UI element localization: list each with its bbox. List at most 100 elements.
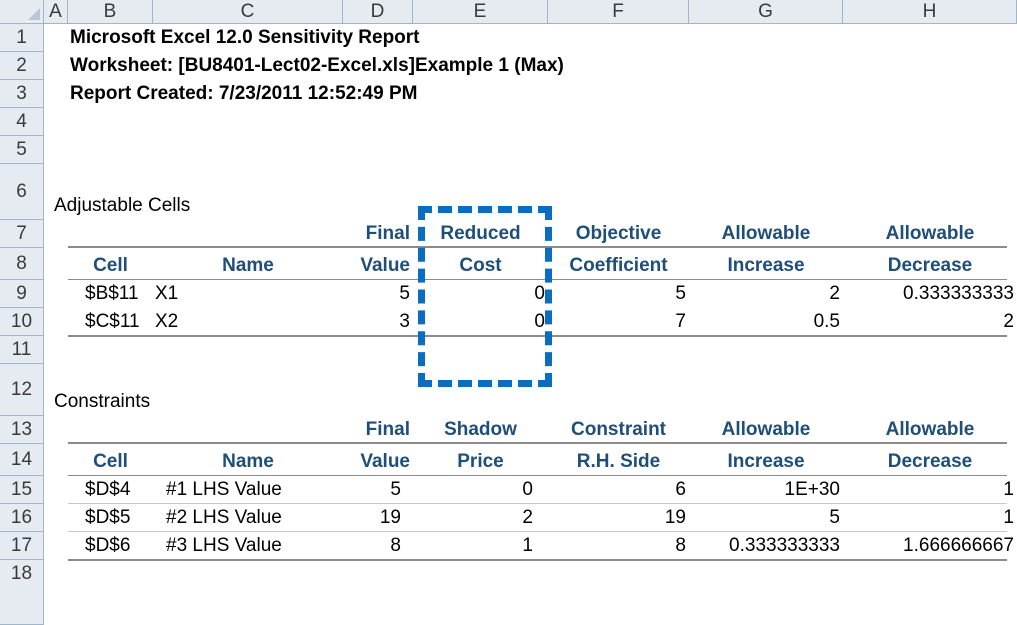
row-header-18[interactable]: 18	[0, 560, 44, 625]
adjustable-allowable-increase[interactable]: 0.5	[689, 308, 843, 336]
constraint-allowable-increase[interactable]: 0.333333333	[689, 532, 843, 560]
row-header-2[interactable]: 2	[0, 52, 44, 80]
constraint-cell-ref[interactable]: $D$5	[83, 504, 153, 532]
row-header-6[interactable]: 6	[0, 164, 44, 220]
constraint-shadow-price[interactable]: 0	[413, 476, 548, 504]
adjustable-cell-name[interactable]: X2	[153, 308, 343, 336]
constraint-allowable-decrease[interactable]: 1	[843, 504, 1017, 532]
constraint-shadow-price[interactable]: 2	[413, 504, 548, 532]
constraints-header-allowable-increase-top[interactable]: Allowable	[689, 416, 843, 444]
row-header-5[interactable]: 5	[0, 136, 44, 164]
constraint-final-value[interactable]: 19	[343, 504, 413, 532]
constraint-row-1: $D$4 #1 LHS Value 5 0 6 1E+30 1	[44, 476, 1017, 504]
constraint-row-2: $D$5 #2 LHS Value 19 2 19 5 1	[44, 504, 1017, 532]
constraints-header-allowable-decrease-top[interactable]: Allowable	[843, 416, 1017, 444]
row-header-12[interactable]: 12	[0, 364, 44, 416]
report-worksheet[interactable]: Worksheet: [BU8401-Lect02-Excel.xls]Exam…	[68, 52, 868, 80]
constraint-rh-side[interactable]: 8	[548, 532, 689, 560]
adjustable-cell-name[interactable]: X1	[153, 280, 343, 308]
constraint-allowable-increase[interactable]: 1E+30	[689, 476, 843, 504]
adjustable-header-value[interactable]: Value	[343, 248, 413, 280]
adjustable-header-coefficient[interactable]: Coefficient	[548, 248, 689, 280]
spreadsheet: A B C D E F G H 1 2 3 4 5 6 7 8 9 10 11 …	[0, 0, 1017, 625]
adjustable-objective-coefficient[interactable]: 7	[548, 308, 689, 336]
row-header-9[interactable]: 9	[0, 280, 44, 308]
adjustable-header-increase[interactable]: Increase	[689, 248, 843, 280]
adjustable-header-allowable-increase-top[interactable]: Allowable	[689, 220, 843, 248]
constraint-final-value[interactable]: 5	[343, 476, 413, 504]
adjustable-header-decrease[interactable]: Decrease	[843, 248, 1017, 280]
adjustable-final-value[interactable]: 5	[343, 280, 413, 308]
constraint-rh-side[interactable]: 19	[548, 504, 689, 532]
constraints-bottom-rule	[68, 559, 1007, 561]
column-header-h[interactable]: H	[843, 0, 1017, 24]
adjustable-allowable-increase[interactable]: 2	[689, 280, 843, 308]
constraint-cell-ref[interactable]: $D$6	[83, 532, 153, 560]
sheet-row-1: Microsoft Excel 12.0 Sensitivity Report	[44, 24, 1017, 52]
constraint-row-3: $D$6 #3 LHS Value 8 1 8 0.333333333 1.66…	[44, 532, 1017, 560]
adjustable-header-cell[interactable]: Cell	[68, 248, 153, 280]
adjustable-header-objective[interactable]: Objective	[548, 220, 689, 248]
select-all-corner[interactable]	[0, 0, 44, 24]
column-header-g[interactable]: G	[689, 0, 843, 24]
column-header-c[interactable]: C	[153, 0, 343, 24]
row-header-7[interactable]: 7	[0, 220, 44, 248]
column-header-f[interactable]: F	[548, 0, 689, 24]
report-title[interactable]: Microsoft Excel 12.0 Sensitivity Report	[68, 24, 768, 52]
adjustable-header-name[interactable]: Name	[153, 248, 343, 280]
column-header-a[interactable]: A	[44, 0, 68, 24]
row-header-13[interactable]: 13	[0, 416, 44, 444]
row-header-4[interactable]: 4	[0, 108, 44, 136]
constraint-name[interactable]: #2 LHS Value	[164, 504, 343, 532]
select-all-triangle-icon	[28, 8, 40, 20]
row-header-17[interactable]: 17	[0, 532, 44, 560]
column-header-e[interactable]: E	[413, 0, 548, 24]
row-header-14[interactable]: 14	[0, 444, 44, 476]
constraint-final-value[interactable]: 8	[343, 532, 413, 560]
row-header-3[interactable]: 3	[0, 80, 44, 108]
column-header-d[interactable]: D	[343, 0, 413, 24]
row-header-10[interactable]: 10	[0, 308, 44, 336]
constraints-header-final[interactable]: Final	[343, 416, 413, 444]
row-header-1[interactable]: 1	[0, 24, 44, 52]
constraints-header-rh-side[interactable]: R.H. Side	[548, 444, 689, 476]
adjustable-objective-coefficient[interactable]: 5	[548, 280, 689, 308]
adjustable-header-final[interactable]: Final	[343, 220, 413, 248]
constraint-name[interactable]: #1 LHS Value	[164, 476, 343, 504]
constraints-header-name[interactable]: Name	[153, 444, 343, 476]
adjustable-final-value[interactable]: 3	[343, 308, 413, 336]
adjustable-cell-ref[interactable]: $B$11	[83, 280, 153, 308]
report-created[interactable]: Report Created: 7/23/2011 12:52:49 PM	[68, 80, 768, 108]
adjustable-cell-ref[interactable]: $C$11	[83, 308, 153, 336]
constraints-header-decrease[interactable]: Decrease	[843, 444, 1017, 476]
row-header-16[interactable]: 16	[0, 504, 44, 532]
sheet-row-3: Report Created: 7/23/2011 12:52:49 PM	[44, 80, 1017, 108]
row-header-15[interactable]: 15	[0, 476, 44, 504]
constraints-header-constraint[interactable]: Constraint	[548, 416, 689, 444]
constraints-header-top-row: Final Shadow Constraint Allowable Allowa…	[44, 416, 1017, 444]
column-header-b[interactable]: B	[68, 0, 153, 24]
sheet-row-12: Constraints	[44, 388, 1017, 416]
constraint-cell-ref[interactable]: $D$4	[83, 476, 153, 504]
row-header-8[interactable]: 8	[0, 248, 44, 280]
adjustable-header-allowable-decrease-top[interactable]: Allowable	[843, 220, 1017, 248]
constraints-header-increase[interactable]: Increase	[689, 444, 843, 476]
constraint-allowable-decrease[interactable]: 1	[843, 476, 1017, 504]
constraints-header-price[interactable]: Price	[413, 444, 548, 476]
adjustable-allowable-decrease[interactable]: 0.333333333	[843, 280, 1017, 308]
constraint-name[interactable]: #3 LHS Value	[164, 532, 343, 560]
constraints-header-shadow[interactable]: Shadow	[413, 416, 548, 444]
row-header-11[interactable]: 11	[0, 336, 44, 364]
constraint-shadow-price[interactable]: 1	[413, 532, 548, 560]
adjustable-cells-label[interactable]: Adjustable Cells	[52, 192, 352, 220]
constraints-row-rule	[68, 503, 1007, 504]
constraints-top-rule	[68, 442, 1007, 444]
sheet-row-2: Worksheet: [BU8401-Lect02-Excel.xls]Exam…	[44, 52, 1017, 80]
constraints-header-cell[interactable]: Cell	[68, 444, 153, 476]
constraint-allowable-decrease[interactable]: 1.666666667	[843, 532, 1017, 560]
constraints-label[interactable]: Constraints	[52, 388, 352, 416]
constraint-rh-side[interactable]: 6	[548, 476, 689, 504]
constraints-header-value[interactable]: Value	[343, 444, 413, 476]
adjustable-allowable-decrease[interactable]: 2	[843, 308, 1017, 336]
constraint-allowable-increase[interactable]: 5	[689, 504, 843, 532]
